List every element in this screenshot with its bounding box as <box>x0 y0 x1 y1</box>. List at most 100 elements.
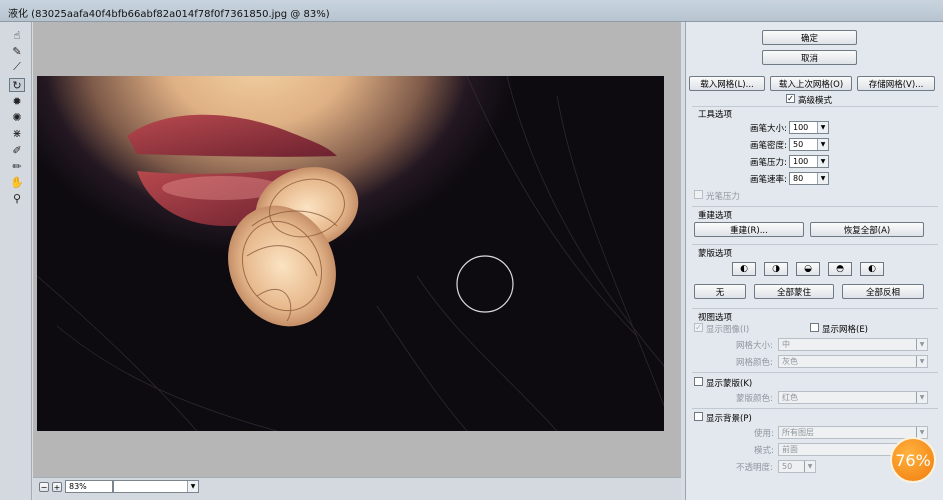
mesh-size-select[interactable]: 中 ▼ <box>778 338 928 351</box>
mask-none-button[interactable]: 无 <box>694 284 746 299</box>
chevron-down-icon: ▼ <box>187 481 198 492</box>
pucker-tool-icon[interactable]: ✹ <box>9 94 25 108</box>
mask-color-label: 蒙版颜色: <box>736 394 773 404</box>
push-tool-icon[interactable]: ⋇ <box>9 126 25 140</box>
mask-invert-icon[interactable]: ◐ <box>860 262 884 276</box>
mask-options-title: 蒙版选项 <box>698 249 733 259</box>
bloat-tool-icon[interactable]: ✺ <box>9 110 25 124</box>
zoom-tool-icon[interactable]: ⚲ <box>9 191 25 205</box>
brush-rate-value: 80 <box>793 174 804 183</box>
chevron-down-icon: ▼ <box>817 173 828 184</box>
progress-badge-value: 76% <box>895 450 931 470</box>
zoom-level-value: 83% <box>69 482 87 491</box>
mesh-color-value: 灰色 <box>782 357 798 366</box>
preview-image-art <box>37 76 664 431</box>
mask-subtract-icon[interactable]: ◒ <box>796 262 820 276</box>
opacity-value: 50 <box>782 462 793 471</box>
twirl-tool-icon[interactable]: ↻ <box>9 78 25 92</box>
show-backdrop-checkbox[interactable] <box>694 412 703 421</box>
brush-pressure-field[interactable]: 100 ▼ <box>789 155 829 168</box>
reconstruct-options-title: 重建选项 <box>698 211 733 221</box>
hand-tool-icon[interactable]: ✋ <box>9 175 25 189</box>
brush-size-field[interactable]: 100 ▼ <box>789 121 829 134</box>
save-mesh-button[interactable]: 存储网格(V)... <box>857 76 935 91</box>
advanced-mode-label: 高级模式 <box>798 96 833 106</box>
smooth-tool-icon[interactable]: ⟋ <box>9 60 25 74</box>
preview-area[interactable] <box>33 22 681 477</box>
chevron-down-icon: ▼ <box>916 392 927 403</box>
show-mask-label: 显示蒙版(K) <box>706 379 753 389</box>
preview-image[interactable] <box>37 76 664 431</box>
opacity-field[interactable]: 50 ▼ <box>778 460 816 473</box>
divider <box>692 106 938 107</box>
chevron-down-icon: ▼ <box>804 461 815 472</box>
load-mesh-button[interactable]: 载入网格(L)... <box>689 76 765 91</box>
advanced-mode-checkbox[interactable]: ✓ <box>786 94 795 103</box>
reconstruct-button[interactable]: 重建(R)... <box>694 222 804 237</box>
ok-button[interactable]: 确定 <box>762 30 857 45</box>
window-title: 液化 (83025aafa40f4bfb66abf82a014f78f0f736… <box>8 9 330 20</box>
cancel-button[interactable]: 取消 <box>762 50 857 65</box>
zoom-out-button[interactable]: − <box>39 482 49 492</box>
tool-options-title: 工具选项 <box>698 110 733 120</box>
chevron-down-icon: ▼ <box>817 139 828 150</box>
mask-color-select[interactable]: 红色 ▼ <box>778 391 928 404</box>
mesh-color-select[interactable]: 灰色 ▼ <box>778 355 928 368</box>
divider <box>692 408 938 409</box>
freeze-mask-tool-icon[interactable]: ✐ <box>9 143 25 157</box>
divider <box>692 206 938 207</box>
show-mask-checkbox[interactable] <box>694 377 703 386</box>
mask-all-button[interactable]: 全部蒙住 <box>754 284 834 299</box>
chevron-down-icon: ▼ <box>817 156 828 167</box>
mask-intersect-icon[interactable]: ◓ <box>828 262 852 276</box>
mode-value: 前面 <box>782 445 798 454</box>
chevron-down-icon: ▼ <box>916 427 927 438</box>
brush-rate-label: 画笔速率: <box>750 175 787 185</box>
zoom-level-dropdown[interactable]: ▼ <box>113 480 199 493</box>
zoom-level-field[interactable]: 83% <box>65 480 113 493</box>
view-options-title: 视图选项 <box>698 313 733 323</box>
mesh-size-value: 中 <box>782 340 790 349</box>
title-bar: 液化 (83025aafa40f4bfb66abf82a014f78f0f736… <box>0 0 943 22</box>
status-bar: − + 83% ▼ <box>33 477 681 500</box>
reconstruct-tool-icon[interactable]: ✎ <box>9 44 25 58</box>
show-image-label: 显示图像(I) <box>706 325 750 335</box>
brush-density-field[interactable]: 50 ▼ <box>789 138 829 151</box>
brush-pressure-value: 100 <box>793 157 809 166</box>
brush-size-label: 画笔大小: <box>750 124 787 134</box>
chevron-down-icon: ▼ <box>916 356 927 367</box>
stylus-pressure-checkbox[interactable] <box>694 190 703 199</box>
show-backdrop-label: 显示背景(P) <box>706 414 752 424</box>
zoom-in-button[interactable]: + <box>52 482 62 492</box>
warp-tool-icon[interactable]: ☝ <box>9 28 25 42</box>
thaw-mask-tool-icon[interactable]: ✏ <box>9 159 25 173</box>
brush-pressure-label: 画笔压力: <box>750 158 787 168</box>
tool-bar: ☝ ✎ ⟋ ↻ ✹ ✺ ⋇ ✐ ✏ ✋ ⚲ <box>0 22 32 500</box>
mode-label: 模式: <box>754 446 774 456</box>
mask-color-value: 红色 <box>782 393 798 402</box>
chevron-down-icon: ▼ <box>916 339 927 350</box>
divider <box>692 372 938 373</box>
brush-rate-field[interactable]: 80 ▼ <box>789 172 829 185</box>
brush-density-label: 画笔密度: <box>750 141 787 151</box>
mask-replace-icon[interactable]: ◐ <box>732 262 756 276</box>
chevron-down-icon: ▼ <box>817 122 828 133</box>
mask-add-icon[interactable]: ◑ <box>764 262 788 276</box>
brush-density-value: 50 <box>793 140 804 149</box>
use-value: 所有图层 <box>782 428 814 437</box>
mesh-color-label: 网格颜色: <box>736 358 773 368</box>
brush-size-value: 100 <box>793 123 809 132</box>
load-last-mesh-button[interactable]: 载入上次网格(O) <box>770 76 852 91</box>
show-image-checkbox[interactable]: ✓ <box>694 323 703 332</box>
show-mesh-checkbox[interactable] <box>810 323 819 332</box>
mesh-size-label: 网格大小: <box>736 341 773 351</box>
stylus-pressure-label: 光笔压力 <box>706 192 741 202</box>
show-mesh-label: 显示网格(E) <box>822 325 869 335</box>
use-label: 使用: <box>754 429 774 439</box>
options-panel: 确定 取消 载入网格(L)... 载入上次网格(O) 存储网格(V)... ✓ … <box>685 22 943 500</box>
progress-badge: 76% <box>890 437 936 483</box>
opacity-label: 不透明度: <box>736 463 773 473</box>
invert-all-button[interactable]: 全部反相 <box>842 284 924 299</box>
restore-all-button[interactable]: 恢复全部(A) <box>810 222 924 237</box>
divider <box>692 244 938 245</box>
